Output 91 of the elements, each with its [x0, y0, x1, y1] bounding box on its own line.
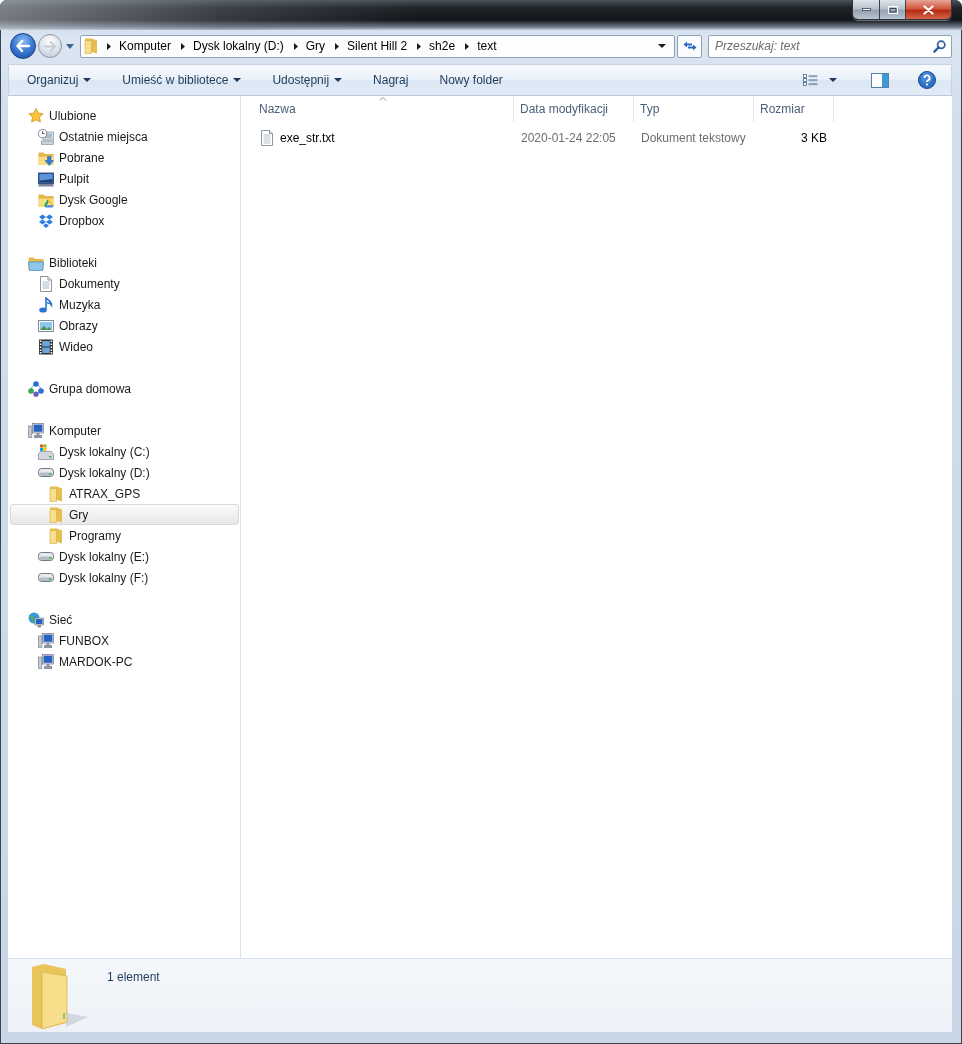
caret-icon: [658, 44, 666, 48]
sidebar-item[interactable]: Biblioteki: [10, 252, 239, 273]
document-icon: [38, 275, 54, 292]
sidebar-item[interactable]: Ostatnie miejsca: [10, 126, 239, 147]
folder-icon: [49, 527, 63, 544]
sidebar-item[interactable]: Wideo: [10, 336, 239, 357]
desktop-icon: [38, 170, 54, 187]
film-strip-icon: [38, 338, 54, 355]
computer-icon: [28, 422, 44, 439]
toolbar-button[interactable]: Udostępnij: [262, 68, 353, 92]
back-button[interactable]: [10, 33, 36, 59]
sidebar-item[interactable]: Pulpit: [10, 168, 239, 189]
toolbar-button[interactable]: Nagraj: [363, 68, 419, 92]
globe-monitor-icon: [28, 611, 44, 628]
music-note-icon: [38, 296, 54, 313]
close-button[interactable]: [905, 0, 951, 19]
preview-pane-icon[interactable]: [871, 72, 889, 88]
sidebar-item[interactable]: Pobrane: [10, 147, 239, 168]
computer-icon: [38, 653, 54, 670]
breadcrumb[interactable]: text: [473, 35, 501, 57]
breadcrumb[interactable]: Gry: [301, 35, 330, 57]
table-cell-text: 3 KB: [800, 131, 828, 145]
breadcrumb[interactable]: Komputer: [115, 35, 176, 57]
chevron-icon: [465, 42, 470, 50]
sidebar-item[interactable]: ATRAX_GPS: [10, 483, 239, 504]
sidebar-item[interactable]: Dysk lokalny (D:): [10, 462, 239, 483]
sidebar-item[interactable]: MARDOK-PC: [10, 651, 239, 672]
caret-icon: [66, 43, 74, 49]
orbs-icon: [28, 380, 44, 397]
system-drive-icon: [38, 443, 54, 460]
sidebar-item[interactable]: Muzyka: [10, 294, 239, 315]
folder-icon: [30, 963, 90, 1029]
table-cell-text: 2020-01-24 22:05: [520, 131, 617, 145]
toolbar-button[interactable]: Nowy folder: [429, 68, 513, 92]
breadcrumb[interactable]: Dysk lokalny (D:): [189, 35, 288, 57]
table-cell-text: Dokument tekstowy: [640, 131, 747, 145]
sidebar-item[interactable]: Dysk lokalny (E:): [10, 546, 239, 567]
diamonds-icon: [38, 212, 54, 229]
sidebar-item[interactable]: Komputer: [10, 420, 239, 441]
help-icon[interactable]: [918, 71, 936, 89]
clock-icon: [38, 128, 54, 145]
close-icon: [923, 4, 934, 15]
search-icon[interactable]: [933, 39, 946, 53]
sidebar-item[interactable]: Dysk lokalny (C:): [10, 441, 239, 462]
sidebar-item[interactable]: Dropbox: [10, 210, 239, 231]
maximize-icon: [887, 5, 898, 14]
minimize-icon: [861, 8, 871, 11]
chevron-icon: [181, 42, 186, 50]
sidebar-item[interactable]: Sieć: [10, 609, 239, 630]
maximize-button[interactable]: [879, 0, 905, 19]
sidebar-item[interactable]: FUNBOX: [10, 630, 239, 651]
chevron-icon: [107, 42, 111, 50]
drive-icon: [38, 573, 54, 582]
breadcrumb[interactable]: sh2e: [425, 35, 460, 57]
sidebar-item[interactable]: Obrazy: [10, 315, 239, 336]
chevron-icon: [335, 42, 340, 50]
folder-icon: [84, 38, 98, 54]
breadcrumb[interactable]: Silent Hill 2: [343, 35, 412, 57]
folder-icon: [49, 506, 63, 523]
search-field[interactable]: Przeszukaj: text: [708, 34, 952, 58]
chevron-icon: [417, 42, 422, 50]
refresh-button[interactable]: [677, 34, 702, 58]
sidebar-item[interactable]: Programy: [10, 525, 239, 546]
sidebar-item[interactable]: Grupa domowa: [10, 378, 239, 399]
caret-icon: [233, 78, 242, 82]
file-name: exe_str.txt: [280, 131, 335, 145]
folder-icon: [49, 485, 63, 502]
toolbar-button[interactable]: Organizuj: [17, 68, 102, 92]
sidebar-item[interactable]: Dysk lokalny (F:): [10, 567, 239, 588]
text-file-icon: [261, 130, 273, 146]
sidebar-item[interactable]: Gry: [10, 504, 239, 525]
caret-icon: [829, 78, 837, 82]
computer-icon: [38, 632, 54, 649]
arrow-left-icon: [16, 40, 30, 52]
refresh-icon: [682, 40, 697, 52]
caret-icon: [83, 78, 92, 82]
drive-icon: [38, 552, 54, 561]
minimize-button[interactable]: [853, 0, 879, 19]
star-icon: [28, 107, 44, 124]
sidebar-item[interactable]: Dysk Google: [10, 189, 239, 210]
sidebar-item[interactable]: Ulubione: [10, 105, 239, 126]
drive-icon: [38, 468, 54, 477]
caret-icon: [334, 78, 343, 82]
sidebar-item[interactable]: Dokumenty: [10, 273, 239, 294]
file-row[interactable]: exe_str.txt 2020-01-24 22:05 Dokument tekstowy 3 KB: [253, 128, 834, 148]
address-bar[interactable]: Komputer Dysk lokalny (D:) Gry Silent Hill 2 sh2e text: [80, 34, 675, 58]
toolbar-button[interactable]: Umieść w bibliotece: [112, 68, 252, 92]
arrow-right-icon: [44, 40, 56, 52]
picture-icon: [38, 317, 54, 334]
chevron-icon: [293, 42, 298, 50]
status-text: 1 element: [107, 970, 160, 984]
